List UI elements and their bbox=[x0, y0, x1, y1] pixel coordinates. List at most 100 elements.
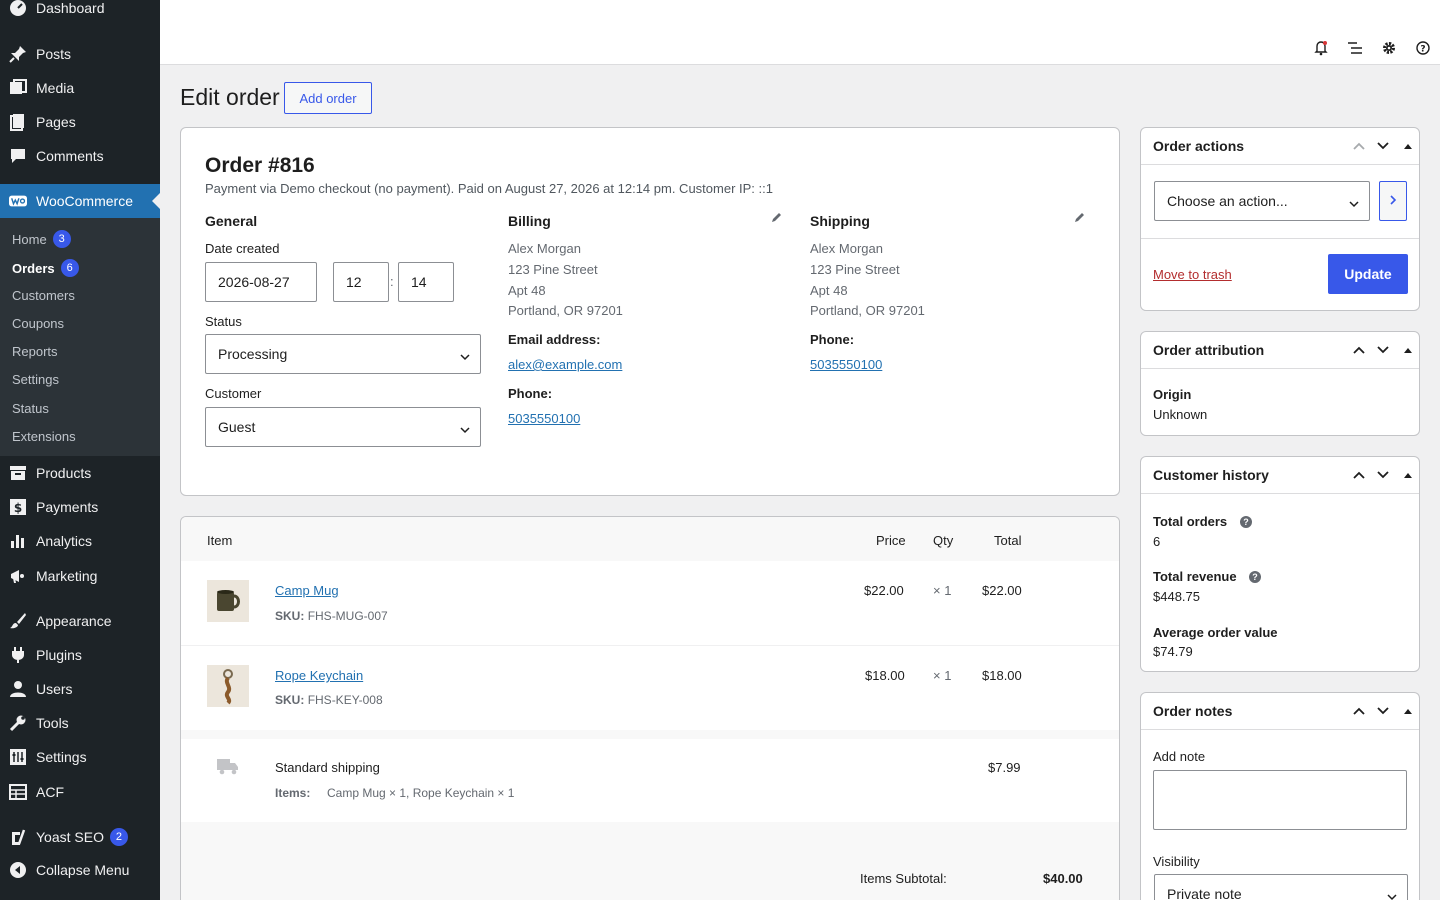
total-revenue-label: Total revenue bbox=[1153, 569, 1237, 584]
submenu-orders[interactable]: Orders 6 bbox=[12, 259, 79, 277]
collapse-icon bbox=[9, 861, 27, 879]
customer-value: Guest bbox=[218, 419, 256, 435]
average-order-value: $74.79 bbox=[1153, 644, 1193, 659]
shipping-items-label-text: Items: bbox=[275, 786, 311, 800]
apply-action-button[interactable] bbox=[1379, 181, 1407, 221]
help-question-icon[interactable]: ? bbox=[1249, 571, 1261, 583]
menu-analytics[interactable]: Analytics bbox=[0, 524, 160, 558]
home-count-badge: 3 bbox=[52, 230, 71, 248]
menu-pages[interactable]: Pages bbox=[0, 105, 160, 139]
menu-media[interactable]: Media bbox=[0, 71, 160, 105]
update-button[interactable]: Update bbox=[1328, 254, 1408, 294]
origin-label: Origin bbox=[1153, 387, 1192, 402]
item-sku: SKU: FHS-KEY-008 bbox=[275, 693, 383, 707]
menu-comments[interactable]: Comments bbox=[0, 139, 160, 173]
move-to-trash-link[interactable]: Move to trash bbox=[1153, 267, 1232, 282]
shipping-address-line1: 123 Pine Street bbox=[810, 262, 900, 277]
order-data-panel: Order #816 Payment via Demo checkout (no… bbox=[180, 127, 1120, 496]
column-item: Item bbox=[207, 533, 233, 548]
menu-yoast[interactable]: Yoast SEO 2 bbox=[0, 820, 160, 854]
bell-icon[interactable] bbox=[1313, 40, 1329, 56]
menu-payments[interactable]: $ Payments bbox=[0, 490, 160, 524]
order-attribution-title: Order attribution bbox=[1153, 342, 1265, 358]
move-up-chevron-icon[interactable] bbox=[1352, 704, 1366, 718]
menu-posts[interactable]: Posts bbox=[0, 37, 160, 71]
plugin-icon bbox=[9, 646, 27, 664]
menu-acf[interactable]: ACF bbox=[0, 775, 160, 809]
submenu-reports[interactable]: Reports bbox=[12, 344, 58, 359]
customer-select[interactable]: Guest bbox=[205, 407, 481, 447]
menu-plugins[interactable]: Plugins bbox=[0, 638, 160, 672]
toggle-panel-triangle-icon[interactable] bbox=[1402, 343, 1416, 357]
submenu-status[interactable]: Status bbox=[12, 401, 49, 416]
order-payment-meta: Payment via Demo checkout (no payment). … bbox=[205, 181, 773, 196]
menu-woocommerce[interactable]: WooCommerce bbox=[0, 184, 160, 218]
menu-settings[interactable]: Settings bbox=[0, 740, 160, 774]
move-down-chevron-icon[interactable] bbox=[1376, 343, 1390, 357]
help-icon[interactable]: ? bbox=[1415, 40, 1431, 56]
woocommerce-submenu: Home 3 Orders 6 Customers Coupons Report… bbox=[0, 218, 160, 456]
settings-sliders-icon bbox=[9, 748, 27, 766]
submenu-extensions[interactable]: Extensions bbox=[12, 429, 76, 444]
activity-list-icon[interactable] bbox=[1347, 40, 1363, 56]
toggle-panel-triangle-icon[interactable] bbox=[1402, 139, 1416, 153]
shipping-phone-link[interactable]: 5035550100 bbox=[810, 357, 882, 372]
note-visibility-value: Private note bbox=[1167, 886, 1242, 900]
menu-products[interactable]: Products bbox=[0, 456, 160, 490]
toggle-panel-triangle-icon[interactable] bbox=[1402, 468, 1416, 482]
menu-users[interactable]: Users bbox=[0, 672, 160, 706]
menu-marketing[interactable]: Marketing bbox=[0, 559, 160, 593]
camp-mug-thumbnail bbox=[207, 580, 249, 622]
dashboard-icon bbox=[9, 0, 27, 17]
menu-dashboard[interactable]: Dashboard bbox=[0, 0, 160, 25]
move-down-chevron-icon[interactable] bbox=[1376, 704, 1390, 718]
column-total: Total bbox=[994, 533, 1022, 548]
edit-shipping-pencil-icon[interactable] bbox=[1074, 211, 1086, 223]
total-orders-label: Total orders bbox=[1153, 514, 1228, 529]
billing-phone-label: Phone: bbox=[508, 386, 553, 401]
move-up-chevron-icon[interactable] bbox=[1352, 343, 1366, 357]
item-name-link[interactable]: Camp Mug bbox=[275, 583, 339, 598]
item-name-link[interactable]: Rope Keychain bbox=[275, 668, 363, 683]
submenu-settings[interactable]: Settings bbox=[12, 372, 59, 387]
item-price: $22.00 bbox=[864, 583, 904, 598]
edit-billing-pencil-icon[interactable] bbox=[771, 211, 783, 223]
shipping-address-line2: Apt 48 bbox=[810, 283, 848, 298]
woocommerce-header-bar: ? bbox=[160, 0, 1440, 65]
submenu-home[interactable]: Home 3 bbox=[12, 230, 71, 248]
billing-phone-link[interactable]: 5035550100 bbox=[508, 411, 580, 426]
move-down-chevron-icon[interactable] bbox=[1376, 139, 1390, 153]
hour-input[interactable]: 12 bbox=[333, 262, 389, 302]
archive-icon bbox=[9, 464, 27, 482]
payments-icon: $ bbox=[9, 498, 27, 516]
menu-marketing-label: Marketing bbox=[36, 568, 98, 584]
move-up-chevron-icon[interactable] bbox=[1352, 139, 1366, 153]
item-sku: SKU: FHS-MUG-007 bbox=[275, 609, 388, 623]
sku-value: FHS-MUG-007 bbox=[307, 609, 388, 623]
minute-input[interactable]: 14 bbox=[398, 262, 454, 302]
menu-appearance[interactable]: Appearance bbox=[0, 604, 160, 638]
add-note-textarea[interactable] bbox=[1153, 770, 1407, 830]
row-divider bbox=[181, 645, 1119, 646]
note-visibility-select[interactable]: Private note bbox=[1154, 874, 1408, 900]
billing-name: Alex Morgan bbox=[508, 241, 581, 256]
status-select[interactable]: Processing bbox=[205, 334, 481, 374]
date-created-input[interactable]: 2026-08-27 bbox=[205, 262, 317, 302]
move-up-chevron-icon[interactable] bbox=[1352, 468, 1366, 482]
submenu-coupons[interactable]: Coupons bbox=[12, 316, 64, 331]
menu-tools[interactable]: Tools bbox=[0, 706, 160, 740]
billing-email-link[interactable]: alex@example.com bbox=[508, 357, 622, 372]
yoast-icon bbox=[9, 828, 27, 846]
submenu-customers[interactable]: Customers bbox=[12, 288, 75, 303]
move-down-chevron-icon[interactable] bbox=[1376, 468, 1390, 482]
collapse-menu-button[interactable]: Collapse Menu bbox=[0, 853, 160, 887]
help-question-icon[interactable]: ? bbox=[1240, 516, 1252, 528]
add-order-button[interactable]: Add order bbox=[284, 82, 372, 114]
item-total: $18.00 bbox=[982, 668, 1022, 683]
toggle-panel-triangle-icon[interactable] bbox=[1402, 704, 1416, 718]
order-action-select[interactable]: Choose an action... bbox=[1154, 181, 1370, 221]
shipping-items-value: Camp Mug × 1, Rope Keychain × 1 bbox=[327, 786, 515, 800]
chevron-down-icon bbox=[1349, 196, 1359, 208]
gear-icon[interactable] bbox=[1381, 40, 1397, 56]
order-items-panel: Item Price Qty Total Camp Mug SKU: FHS-M… bbox=[180, 516, 1120, 900]
